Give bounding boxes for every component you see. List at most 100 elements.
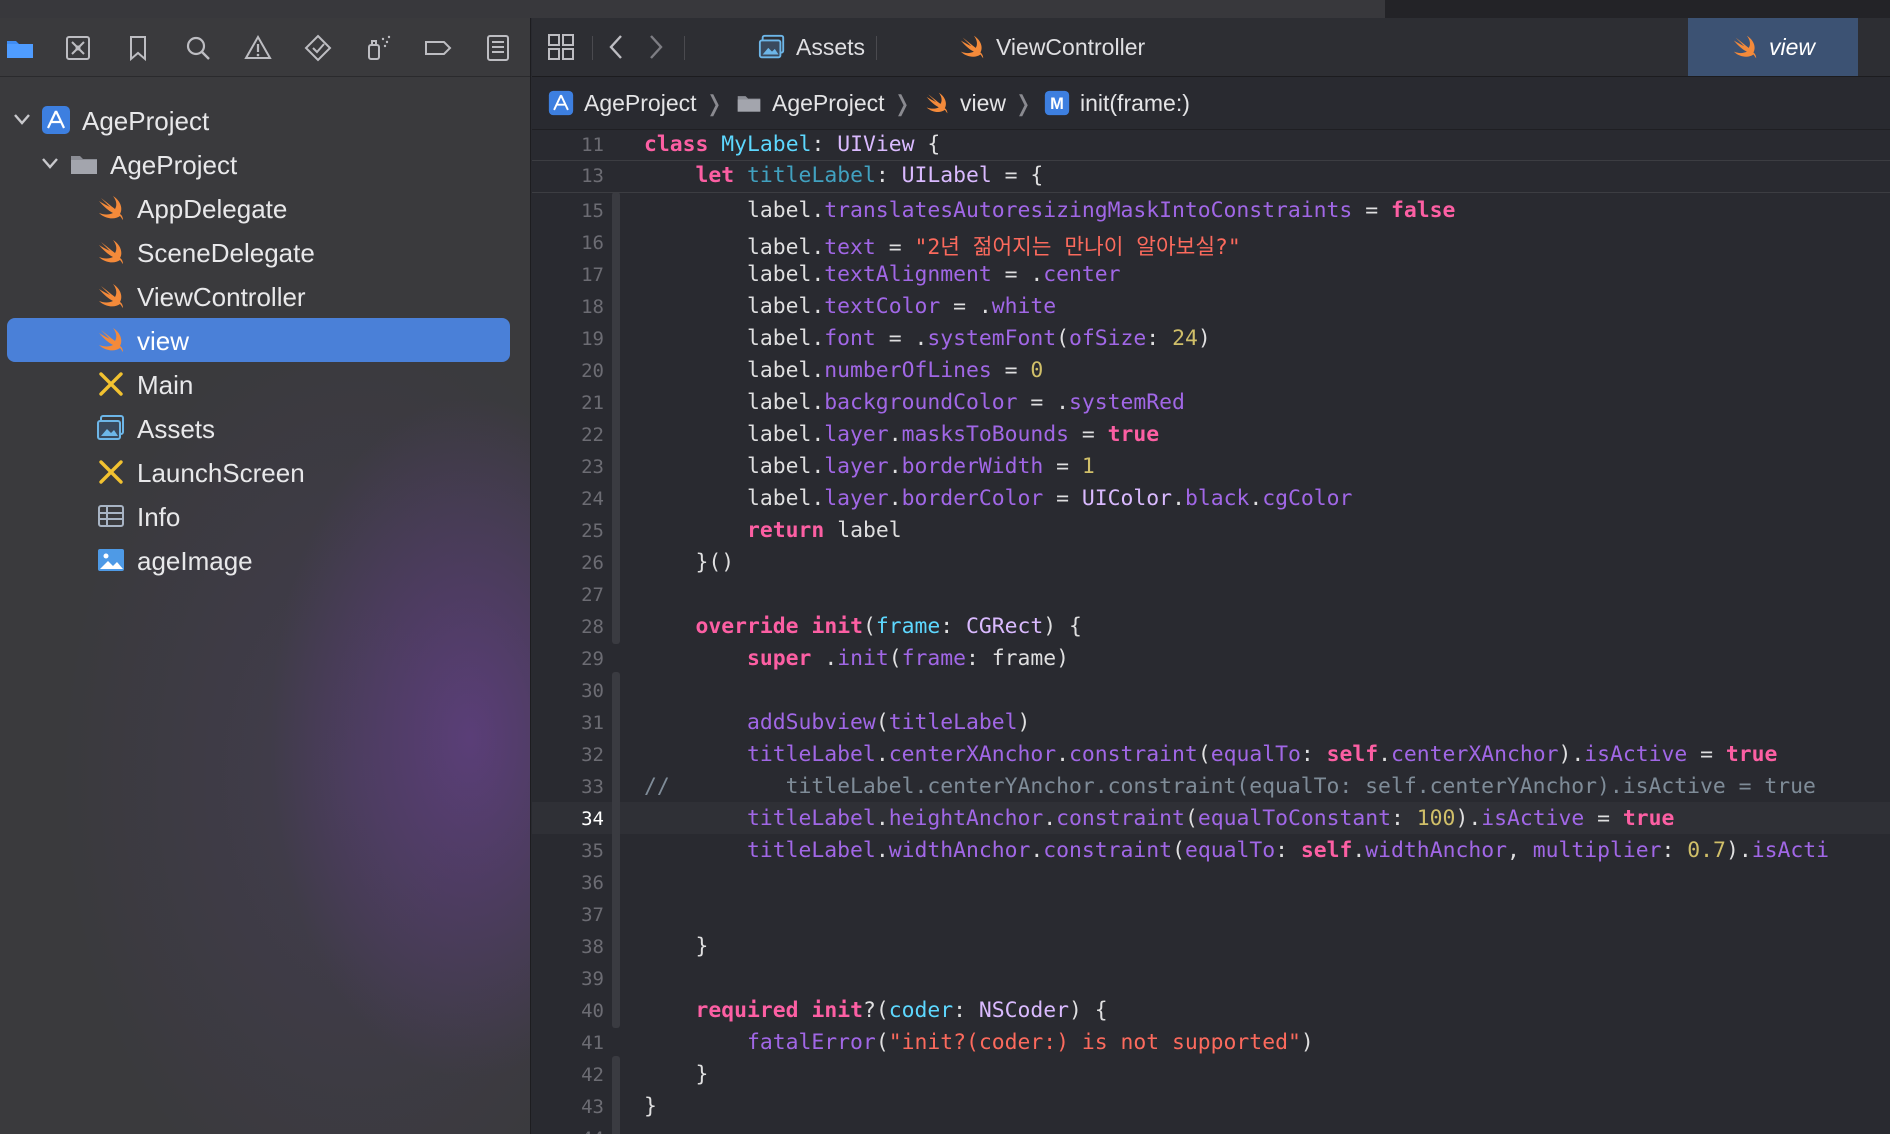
asset-catalog-icon bbox=[96, 413, 126, 443]
tree-item-viewcontroller[interactable]: ViewController bbox=[0, 274, 530, 318]
debug-spray-icon[interactable] bbox=[358, 28, 398, 68]
line-number: 23 bbox=[581, 456, 604, 478]
line-number: 18 bbox=[581, 296, 604, 318]
app-project-icon bbox=[41, 105, 71, 135]
line-number: 17 bbox=[581, 264, 604, 286]
code-line[interactable]: override init(frame: CGRect) { bbox=[644, 614, 1082, 639]
tab-assets[interactable]: Assets bbox=[726, 18, 886, 76]
bookmark-icon[interactable] bbox=[118, 28, 158, 68]
search-icon[interactable] bbox=[178, 28, 218, 68]
breadcrumb-item[interactable]: AgeProject bbox=[736, 87, 885, 119]
tree-item-ageproject[interactable]: AgeProject bbox=[0, 142, 530, 186]
sticky-code-line[interactable]: let titleLabel: UILabel = { bbox=[644, 163, 1044, 188]
line-number: 44 bbox=[532, 1128, 604, 1134]
sticky-code-line[interactable]: class MyLabel: UIView { bbox=[644, 132, 940, 157]
tree-item-info[interactable]: Info bbox=[0, 494, 530, 538]
tree-item-label: ageImage bbox=[137, 546, 253, 576]
code-fold-ribbon[interactable] bbox=[612, 1056, 620, 1134]
source-editor: Assets ViewController view AgeProject ❭ AgeP… bbox=[532, 18, 1890, 1134]
tree-item-launchscreen[interactable]: LaunchScreen bbox=[0, 450, 530, 494]
disclosure-chevron-down-icon[interactable] bbox=[39, 152, 61, 174]
breadcrumb-label: AgeProject bbox=[772, 89, 885, 116]
breadcrumb-item[interactable]: AgeProject bbox=[548, 87, 697, 119]
code-line[interactable]: label.layer.masksToBounds = true bbox=[644, 422, 1159, 447]
line-number: 16 bbox=[581, 232, 604, 254]
code-line[interactable]: label.backgroundColor = .systemRed bbox=[644, 390, 1185, 415]
code-line[interactable]: addSubview(titleLabel) bbox=[644, 710, 1030, 735]
tree-item-label: AgeProject bbox=[110, 150, 238, 180]
code-line[interactable]: fatalError("init?(coder:) is not support… bbox=[644, 1030, 1314, 1055]
code-line[interactable]: label.layer.borderWidth = 1 bbox=[644, 454, 1095, 479]
tab-label: ViewController bbox=[996, 33, 1146, 60]
code-line[interactable]: super .init(frame: frame) bbox=[644, 646, 1069, 671]
line-number: 19 bbox=[581, 328, 604, 350]
code-line[interactable]: label.textAlignment = .center bbox=[644, 262, 1121, 287]
tree-item-ageimage[interactable]: ageImage bbox=[0, 538, 530, 582]
project-navigator: AgeProject AgeProject AppDelegate SceneDele… bbox=[0, 18, 531, 1134]
swift-file-icon bbox=[96, 193, 126, 223]
svg-text:M: M bbox=[1050, 95, 1064, 113]
selection-highlight bbox=[7, 318, 510, 362]
tree-item-appdelegate[interactable]: AppDelegate bbox=[0, 186, 530, 230]
tree-item-label: AppDelegate bbox=[137, 194, 288, 224]
image-file-icon bbox=[96, 545, 126, 575]
forward-chevron-icon[interactable] bbox=[636, 28, 674, 66]
breadcrumb-chevron-icon: ❭ bbox=[705, 91, 724, 116]
breadcrumb: AgeProject ❭ AgeProject ❭ view ❭ Minit(frame:) bbox=[532, 77, 1890, 130]
breadcrumb-item[interactable]: view bbox=[924, 87, 1006, 119]
code-line[interactable]: } bbox=[644, 1094, 657, 1119]
tree-item-scenedelegate[interactable]: SceneDelegate bbox=[0, 230, 530, 274]
code-line[interactable]: label.textColor = .white bbox=[644, 294, 1056, 319]
folder-icon bbox=[736, 90, 762, 116]
swift-file-icon bbox=[96, 325, 126, 355]
code-line[interactable]: } bbox=[644, 934, 709, 959]
line-number: 20 bbox=[581, 360, 604, 382]
warning-icon[interactable] bbox=[238, 28, 278, 68]
line-number: 37 bbox=[581, 904, 604, 926]
report-list-icon[interactable] bbox=[478, 28, 518, 68]
line-number: 43 bbox=[581, 1096, 604, 1118]
tab-viewcontroller[interactable]: ViewController bbox=[904, 18, 1224, 76]
swift-file-icon bbox=[96, 281, 126, 311]
code-line[interactable]: label.font = .systemFont(ofSize: 24) bbox=[644, 326, 1211, 351]
code-line[interactable]: titleLabel.heightAnchor.constraint(equal… bbox=[644, 806, 1674, 831]
app-project-icon bbox=[548, 90, 574, 116]
code-fold-ribbon[interactable] bbox=[612, 192, 620, 644]
tab-view[interactable]: view bbox=[1688, 18, 1858, 76]
grid-layout-icon[interactable] bbox=[542, 28, 580, 66]
code-line[interactable]: titleLabel.centerXAnchor.constraint(equa… bbox=[644, 742, 1777, 767]
folder-icon[interactable] bbox=[0, 28, 40, 68]
code-line[interactable]: // titleLabel.centerYAnchor.constraint(e… bbox=[644, 774, 1816, 799]
line-number: 11 bbox=[581, 134, 604, 156]
code-line[interactable]: label.numberOfLines = 0 bbox=[644, 358, 1043, 383]
code-area[interactable]: 15 label.translatesAutoresizingMaskIntoC… bbox=[532, 130, 1890, 1134]
test-diamond-icon[interactable] bbox=[298, 28, 338, 68]
breakpoint-icon[interactable] bbox=[418, 28, 458, 68]
breadcrumb-chevron-icon: ❭ bbox=[1014, 91, 1033, 116]
code-line[interactable]: label.layer.borderColor = UIColor.black.… bbox=[644, 486, 1352, 511]
code-line[interactable]: }() bbox=[644, 550, 735, 575]
code-line[interactable]: titleLabel.widthAnchor.constraint(equalT… bbox=[644, 838, 1829, 863]
tree-item-ageproject[interactable]: AgeProject bbox=[0, 98, 530, 142]
code-line[interactable]: label.text = "2년 젊어지는 만나이 알아보실?" bbox=[644, 230, 1241, 261]
tree-item-label: LaunchScreen bbox=[137, 458, 305, 488]
tree-item-assets[interactable]: Assets bbox=[0, 406, 530, 450]
code-line[interactable]: required init?(coder: NSCoder) { bbox=[644, 998, 1108, 1023]
breadcrumb-label: AgeProject bbox=[584, 89, 697, 116]
tree-item-view[interactable]: view bbox=[0, 318, 530, 362]
code-line[interactable]: } bbox=[644, 1062, 709, 1087]
source-control-icon[interactable] bbox=[58, 28, 98, 68]
disclosure-chevron-down-icon[interactable] bbox=[11, 108, 33, 130]
line-number: 22 bbox=[581, 424, 604, 446]
tab-bar: Assets ViewController view bbox=[532, 18, 1890, 77]
tree-item-main[interactable]: Main bbox=[0, 362, 530, 406]
back-chevron-icon[interactable] bbox=[598, 28, 636, 66]
code-line[interactable]: label.translatesAutoresizingMaskIntoCons… bbox=[644, 198, 1455, 223]
tree-item-label: Main bbox=[137, 370, 194, 400]
breadcrumb-item[interactable]: Minit(frame:) bbox=[1044, 87, 1190, 119]
code-fold-ribbon[interactable] bbox=[612, 672, 620, 1028]
tree-item-label: AgeProject bbox=[82, 106, 210, 136]
code-line[interactable]: return label bbox=[644, 518, 902, 543]
line-number: 31 bbox=[581, 712, 604, 734]
tree-item-label: view bbox=[137, 326, 190, 356]
